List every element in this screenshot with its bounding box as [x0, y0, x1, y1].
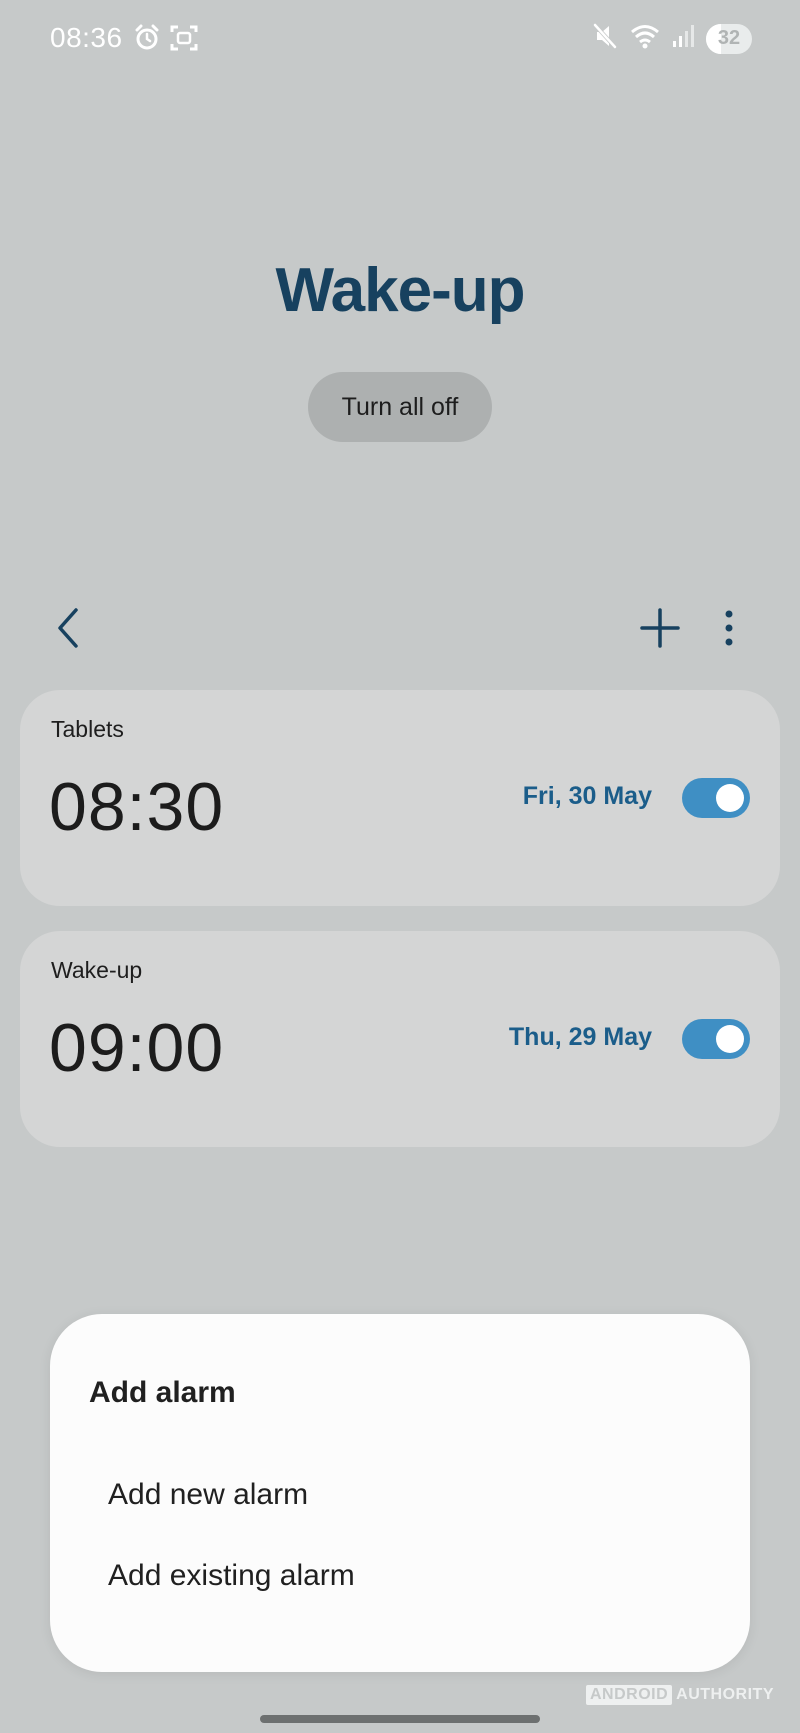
plus-icon [640, 608, 680, 648]
add-alarm-dialog: Add alarm Add new alarm Add existing ala… [50, 1314, 750, 1672]
status-bar: 08:36 32 [0, 18, 800, 62]
chevron-left-icon [58, 608, 78, 648]
alarm-label: Tablets [51, 716, 124, 742]
alarm-label: Wake-up [51, 957, 143, 983]
page-title: Wake-up [275, 256, 525, 325]
toggle-knob [716, 1025, 744, 1053]
watermark: ANDROID AUTHORITY [586, 1685, 774, 1705]
add-alarm-button[interactable] [638, 604, 682, 652]
alarm-card[interactable]: Wake-up 09:00 Thu, 29 May [20, 931, 780, 1147]
add-existing-alarm-option[interactable]: Add existing alarm [108, 1551, 708, 1601]
navigation-handle[interactable] [260, 1715, 540, 1723]
turn-all-off-button[interactable]: Turn all off [308, 372, 492, 442]
back-button[interactable] [50, 604, 90, 652]
status-left-icons [134, 24, 198, 57]
alarm-date: Thu, 29 May [508, 1023, 652, 1051]
alarm-card[interactable]: Tablets 08:30 Fri, 30 May [20, 690, 780, 906]
more-vertical-icon [725, 610, 733, 646]
add-new-alarm-option[interactable]: Add new alarm [108, 1470, 708, 1520]
alarm-clock-icon [134, 24, 160, 57]
status-right-icons: 32 [592, 22, 752, 55]
toggle-knob [716, 784, 744, 812]
dialog-title: Add alarm [89, 1376, 236, 1409]
more-options-button[interactable] [714, 604, 744, 652]
battery-indicator: 32 [706, 23, 752, 54]
wifi-icon [630, 22, 660, 55]
signal-icon [672, 23, 694, 54]
battery-level: 32 [717, 27, 741, 49]
alarm-date: Fri, 30 May [522, 782, 652, 810]
alarm-time: 08:30 [49, 769, 225, 845]
alarm-toggle[interactable] [682, 778, 750, 818]
watermark-part-1: ANDROID [586, 1685, 673, 1705]
alarm-time: 09:00 [49, 1010, 225, 1086]
status-time: 08:36 [50, 22, 123, 53]
watermark-part-2: AUTHORITY [676, 1686, 774, 1703]
mute-icon [592, 22, 618, 55]
alarm-toggle[interactable] [682, 1019, 750, 1059]
screenshot-icon [170, 24, 198, 57]
